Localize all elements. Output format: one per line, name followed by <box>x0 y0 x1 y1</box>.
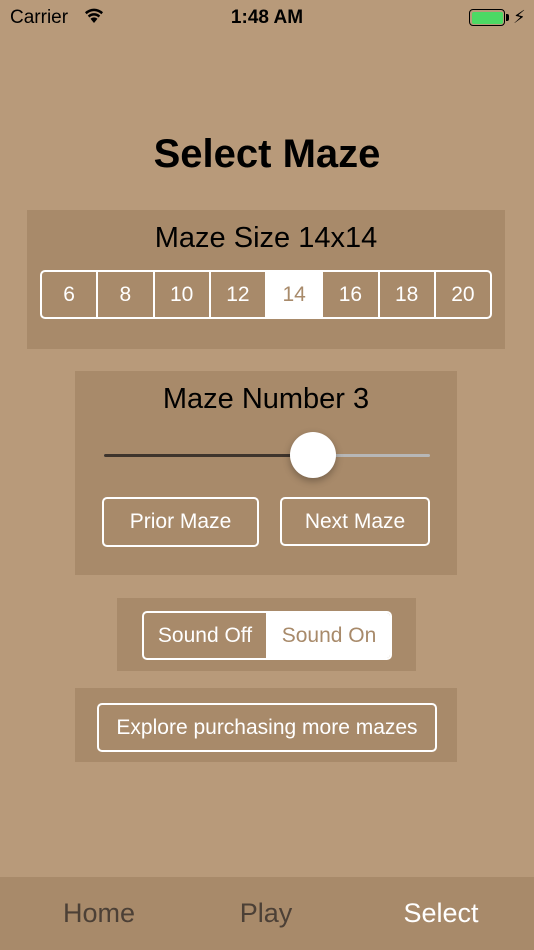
size-option[interactable]: 10 <box>152 272 209 317</box>
maze-size-panel: Maze Size 14x14 6 8 10 12 14 16 18 20 <box>27 210 505 349</box>
battery-icon <box>469 9 505 26</box>
tab-bar: Home Play Select <box>0 877 534 950</box>
tab-select[interactable]: Select <box>352 877 530 950</box>
slider-thumb[interactable] <box>289 432 336 478</box>
size-option[interactable]: 16 <box>321 272 377 317</box>
maze-number-slider[interactable] <box>104 432 430 478</box>
status-time: 1:48 AM <box>230 7 304 28</box>
sound-segmented-control: Sound Off Sound On <box>142 611 392 660</box>
tab-home[interactable]: Home <box>10 877 188 950</box>
prior-maze-button[interactable]: Prior Maze <box>102 497 259 547</box>
sound-on-option[interactable]: Sound On <box>266 613 390 658</box>
size-option[interactable]: 8 <box>96 272 152 317</box>
slider-track-fill <box>104 454 313 457</box>
maze-size-label: Maze Size 14x14 <box>154 222 378 254</box>
size-option[interactable]: 12 <box>208 272 265 317</box>
explore-purchase-button[interactable]: Explore purchasing more mazes <box>97 703 437 752</box>
maze-size-segmented-control: 6 8 10 12 14 16 18 20 <box>40 270 492 319</box>
charging-icon: ⚡︎ <box>513 7 526 27</box>
status-bar: Carrier 1:48 AM ⚡︎ <box>0 0 534 36</box>
next-maze-button[interactable]: Next Maze <box>280 497 430 546</box>
maze-number-label: Maze Number 3 <box>162 383 370 415</box>
explore-panel: Explore purchasing more mazes <box>75 688 457 762</box>
maze-number-panel: Maze Number 3 Prior Maze Next Maze <box>75 371 457 575</box>
page-title: Select Maze <box>153 132 381 176</box>
size-option[interactable]: 20 <box>433 272 490 317</box>
sound-panel: Sound Off Sound On <box>117 598 416 671</box>
size-option[interactable]: 6 <box>42 272 96 317</box>
size-option[interactable]: 18 <box>377 272 434 317</box>
size-option[interactable]: 14 <box>265 272 322 317</box>
tab-play[interactable]: Play <box>177 877 355 950</box>
battery-tip <box>506 14 509 21</box>
sound-off-option[interactable]: Sound Off <box>144 613 266 658</box>
